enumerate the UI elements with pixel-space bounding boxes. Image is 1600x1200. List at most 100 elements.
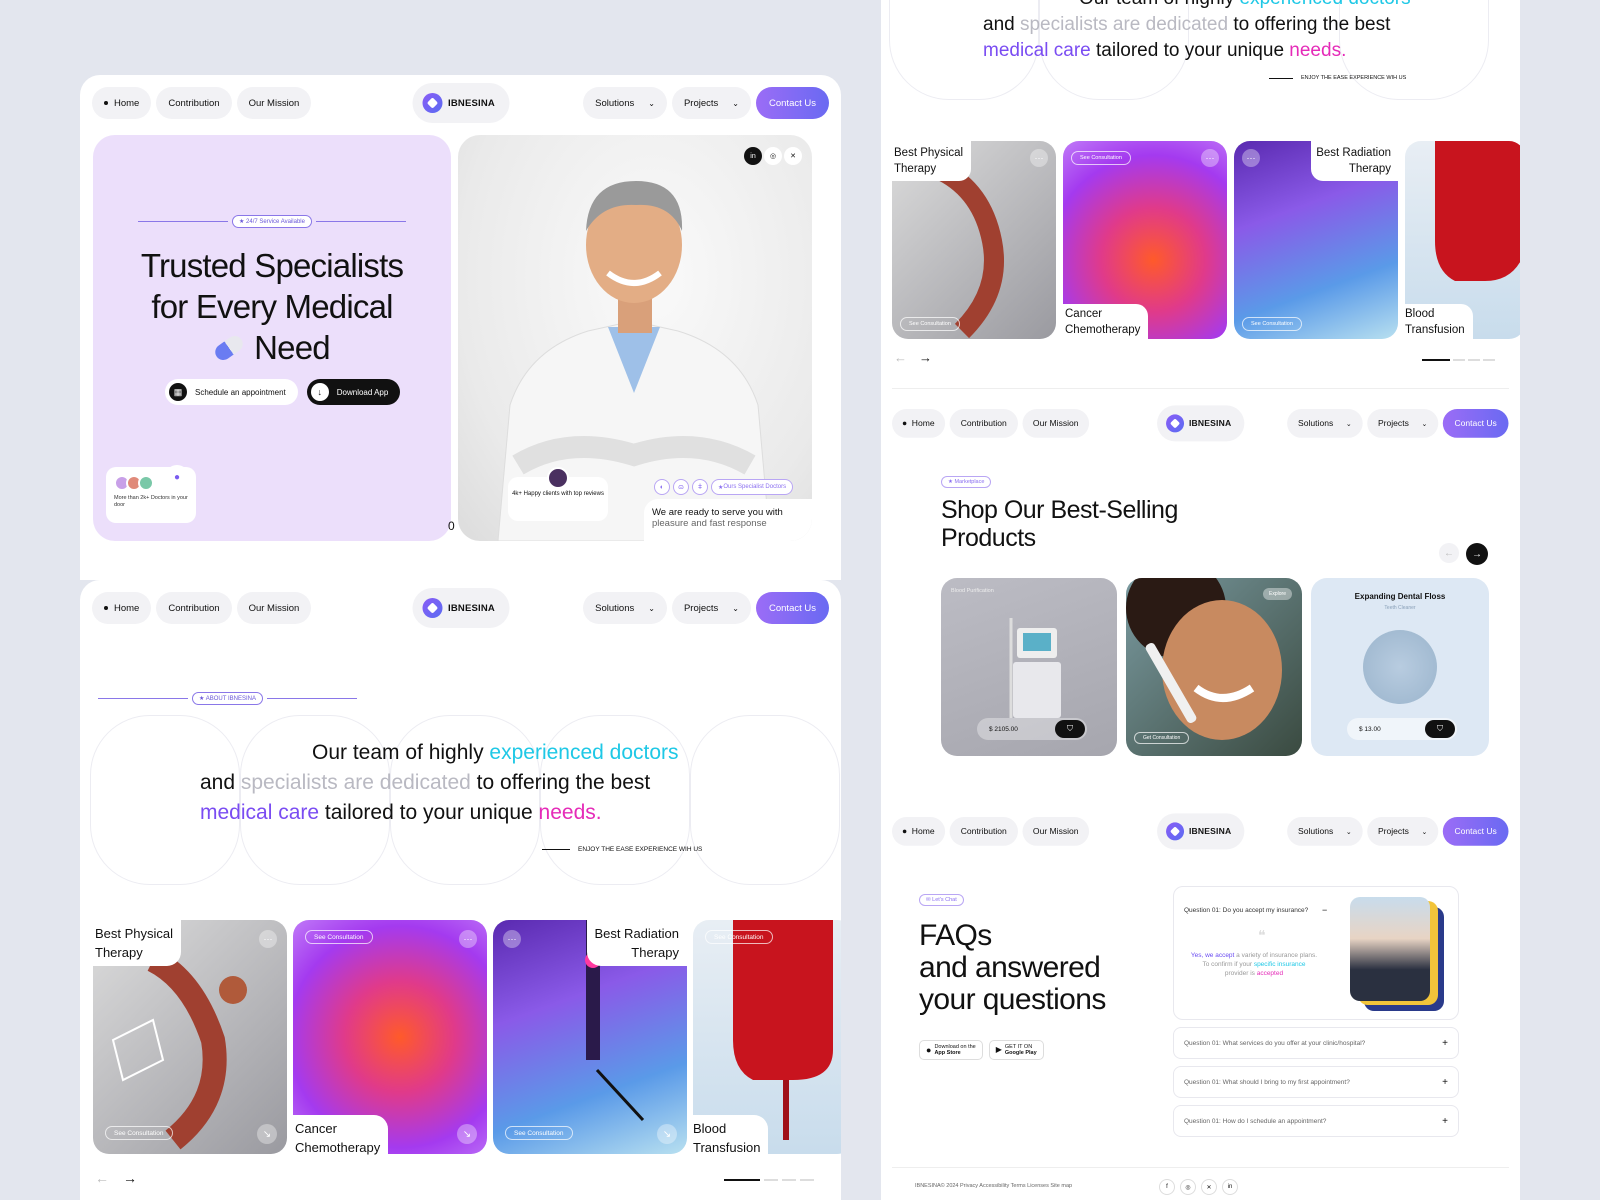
schedule-button[interactable]: ▦ Schedule an appointment [165, 379, 298, 405]
more-icon[interactable]: ⋯ [503, 930, 521, 948]
enjoy-line: ENJOY THE EASE EXPERIENCE WIH US [542, 846, 702, 853]
faq-title: FAQs and answered your questions [919, 919, 1106, 1016]
logo-icon [1165, 822, 1184, 841]
hero-title: Trusted Specialists for Every Medical Ne… [93, 245, 451, 368]
nav-projects[interactable]: Projects ⌄ [671, 592, 751, 624]
prev-arrow-icon[interactable]: ← [894, 350, 907, 365]
instagram-icon[interactable]: ◎ [764, 147, 782, 165]
more-icon[interactable]: ⋯ [1030, 149, 1048, 167]
prev-arrow-icon[interactable]: ← [95, 1170, 109, 1186]
consultation-button[interactable]: Get Consultation [1134, 732, 1190, 744]
nav-mission[interactable]: Our Mission [236, 87, 312, 119]
product-card-dental-floss[interactable]: Expanding Dental Floss Teeth Cleaner $ 1… [1311, 578, 1489, 756]
arrow-diagonal-icon[interactable]: ↘ [657, 1124, 677, 1144]
more-icon[interactable]: ⋯ [1242, 149, 1260, 167]
footer-divider [892, 1167, 1509, 1168]
app-store-button[interactable]: ● Download on the App Store [919, 1040, 983, 1060]
nav-projects[interactable]: Projects ⌄ [1367, 409, 1439, 438]
next-arrow-icon[interactable]: → [1466, 543, 1488, 565]
nav-mission[interactable]: Our Mission [1022, 409, 1090, 438]
explore-badge[interactable]: Explore [1263, 588, 1292, 600]
footer-links[interactable]: IBNESINA© 2024 Privacy Accessibility Ter… [915, 1183, 1072, 1189]
nav-home[interactable]: Home [92, 87, 152, 119]
nav-solutions[interactable]: Solutions ⌄ [1287, 817, 1363, 846]
see-consultation[interactable]: See Consultation [505, 1126, 573, 1140]
see-consultation[interactable]: See Consultation [1242, 317, 1302, 331]
linkedin-icon[interactable]: in [744, 147, 762, 165]
nav-solutions[interactable]: Solutions ⌄ [583, 87, 667, 119]
brand-logo[interactable]: IBNESINA [1156, 813, 1244, 850]
plus-icon[interactable]: + [1442, 1077, 1448, 1088]
next-arrow-icon[interactable]: → [123, 1170, 137, 1186]
brand-logo[interactable]: IBNESINA [412, 588, 509, 628]
linkedin-icon[interactable]: in [1222, 1179, 1238, 1195]
arrow-diagonal-icon[interactable]: ↘ [257, 1124, 277, 1144]
cart-icon[interactable]: ⛉ [1055, 720, 1085, 738]
faq-item[interactable]: Question 01: What should I bring to my f… [1173, 1066, 1459, 1098]
download-icon: ↓ [310, 383, 329, 401]
more-icon[interactable]: ⋯ [459, 930, 477, 948]
minus-icon[interactable]: − [1322, 905, 1327, 915]
avatar [547, 467, 569, 489]
nav-home[interactable]: Home [92, 592, 152, 624]
product-card-blood-purification[interactable]: Blood Purification $ 2105.00 ⛉ [941, 578, 1117, 756]
more-icon[interactable]: ⋯ [259, 930, 277, 948]
more-icon[interactable]: ⋯ [1201, 149, 1219, 167]
arrow-diagonal-icon[interactable]: ↘ [457, 1124, 477, 1144]
see-consultation[interactable]: See Consultation [1071, 151, 1131, 165]
specialist-badges: ◐ ɷ ǂ ★ Ours Specialist Doctors [654, 479, 794, 495]
cart-icon[interactable]: ⛉ [1425, 720, 1455, 738]
nav-solutions[interactable]: Solutions ⌄ [583, 592, 667, 624]
contact-button[interactable]: Contact Us [1442, 817, 1509, 846]
nav-home[interactable]: Home [892, 817, 946, 846]
x-icon[interactable]: ✕ [1201, 1179, 1217, 1195]
service-title: Blood Transfusion [691, 1115, 769, 1161]
nav-contribution[interactable]: Contribution [949, 409, 1018, 438]
contact-button[interactable]: Contact Us [756, 87, 829, 119]
nav-projects[interactable]: Projects ⌄ [671, 87, 751, 119]
next-arrow-icon[interactable]: → [919, 350, 932, 365]
nav-projects[interactable]: Projects ⌄ [1367, 817, 1439, 846]
plus-icon[interactable]: + [1442, 1116, 1448, 1127]
product-card-toothbrush[interactable]: Explore Get Consultation [1126, 578, 1302, 756]
top-nav: Home Contribution Our Mission IBNESINA S… [892, 405, 1509, 442]
hero-title-line3: Need [254, 329, 331, 366]
chevron-down-icon: ⌄ [1421, 419, 1428, 428]
contact-button[interactable]: Contact Us [1442, 409, 1509, 438]
instagram-icon[interactable]: ◎ [1180, 1179, 1196, 1195]
nav-contribution[interactable]: Contribution [156, 592, 232, 624]
see-consultation[interactable]: See Consultation [305, 930, 373, 944]
nav-mission[interactable]: Our Mission [1022, 817, 1090, 846]
contact-button[interactable]: Contact Us [756, 592, 829, 624]
google-play-button[interactable]: ▶ GET IT ON Google Play [988, 1040, 1044, 1060]
about-badge: ★ ABOUT IBNESINA [192, 692, 263, 705]
quote-icon: ❝ [1258, 927, 1266, 943]
price-pill: $ 13.00 ⛉ [1347, 718, 1457, 740]
brand-logo[interactable]: IBNESINA [1156, 405, 1244, 442]
service-title: Best Radiation Therapy [1311, 141, 1399, 181]
prev-arrow-icon[interactable]: ← [1439, 543, 1459, 563]
nav-home[interactable]: Home [892, 409, 946, 438]
download-button[interactable]: ↓ Download App [306, 379, 401, 405]
nav-mission[interactable]: Our Mission [236, 592, 312, 624]
x-icon[interactable]: ✕ [784, 147, 802, 165]
nav-solutions[interactable]: Solutions ⌄ [1287, 409, 1363, 438]
projects-label: Projects [683, 97, 719, 109]
brand-logo[interactable]: IBNESINA [412, 83, 509, 123]
faq-question: Question 01: Do you accept my insurance? [1184, 907, 1309, 914]
facebook-icon[interactable]: f [1159, 1179, 1175, 1195]
top-nav: Home Contribution Our Mission IBNESINA S… [92, 83, 829, 123]
user-icon[interactable]: ● [165, 465, 189, 489]
nav-contribution[interactable]: Contribution [156, 87, 232, 119]
nav-contribution[interactable]: Contribution [949, 817, 1018, 846]
avatar [138, 475, 154, 491]
faq-open-item[interactable]: Question 01: Do you accept my insurance?… [1173, 886, 1459, 1020]
faq-item[interactable]: Question 01: How do I schedule an appoin… [1173, 1105, 1459, 1137]
see-consultation[interactable]: See Consultation [705, 930, 773, 944]
see-consultation[interactable]: See Consultation [900, 317, 960, 331]
faq-item[interactable]: Question 01: What services do you offer … [1173, 1027, 1459, 1059]
apple-icon: ● [926, 1045, 932, 1055]
plus-icon[interactable]: + [1442, 1038, 1448, 1049]
see-consultation[interactable]: See Consultation [105, 1126, 173, 1140]
service-title: Blood Transfusion [1403, 304, 1473, 342]
